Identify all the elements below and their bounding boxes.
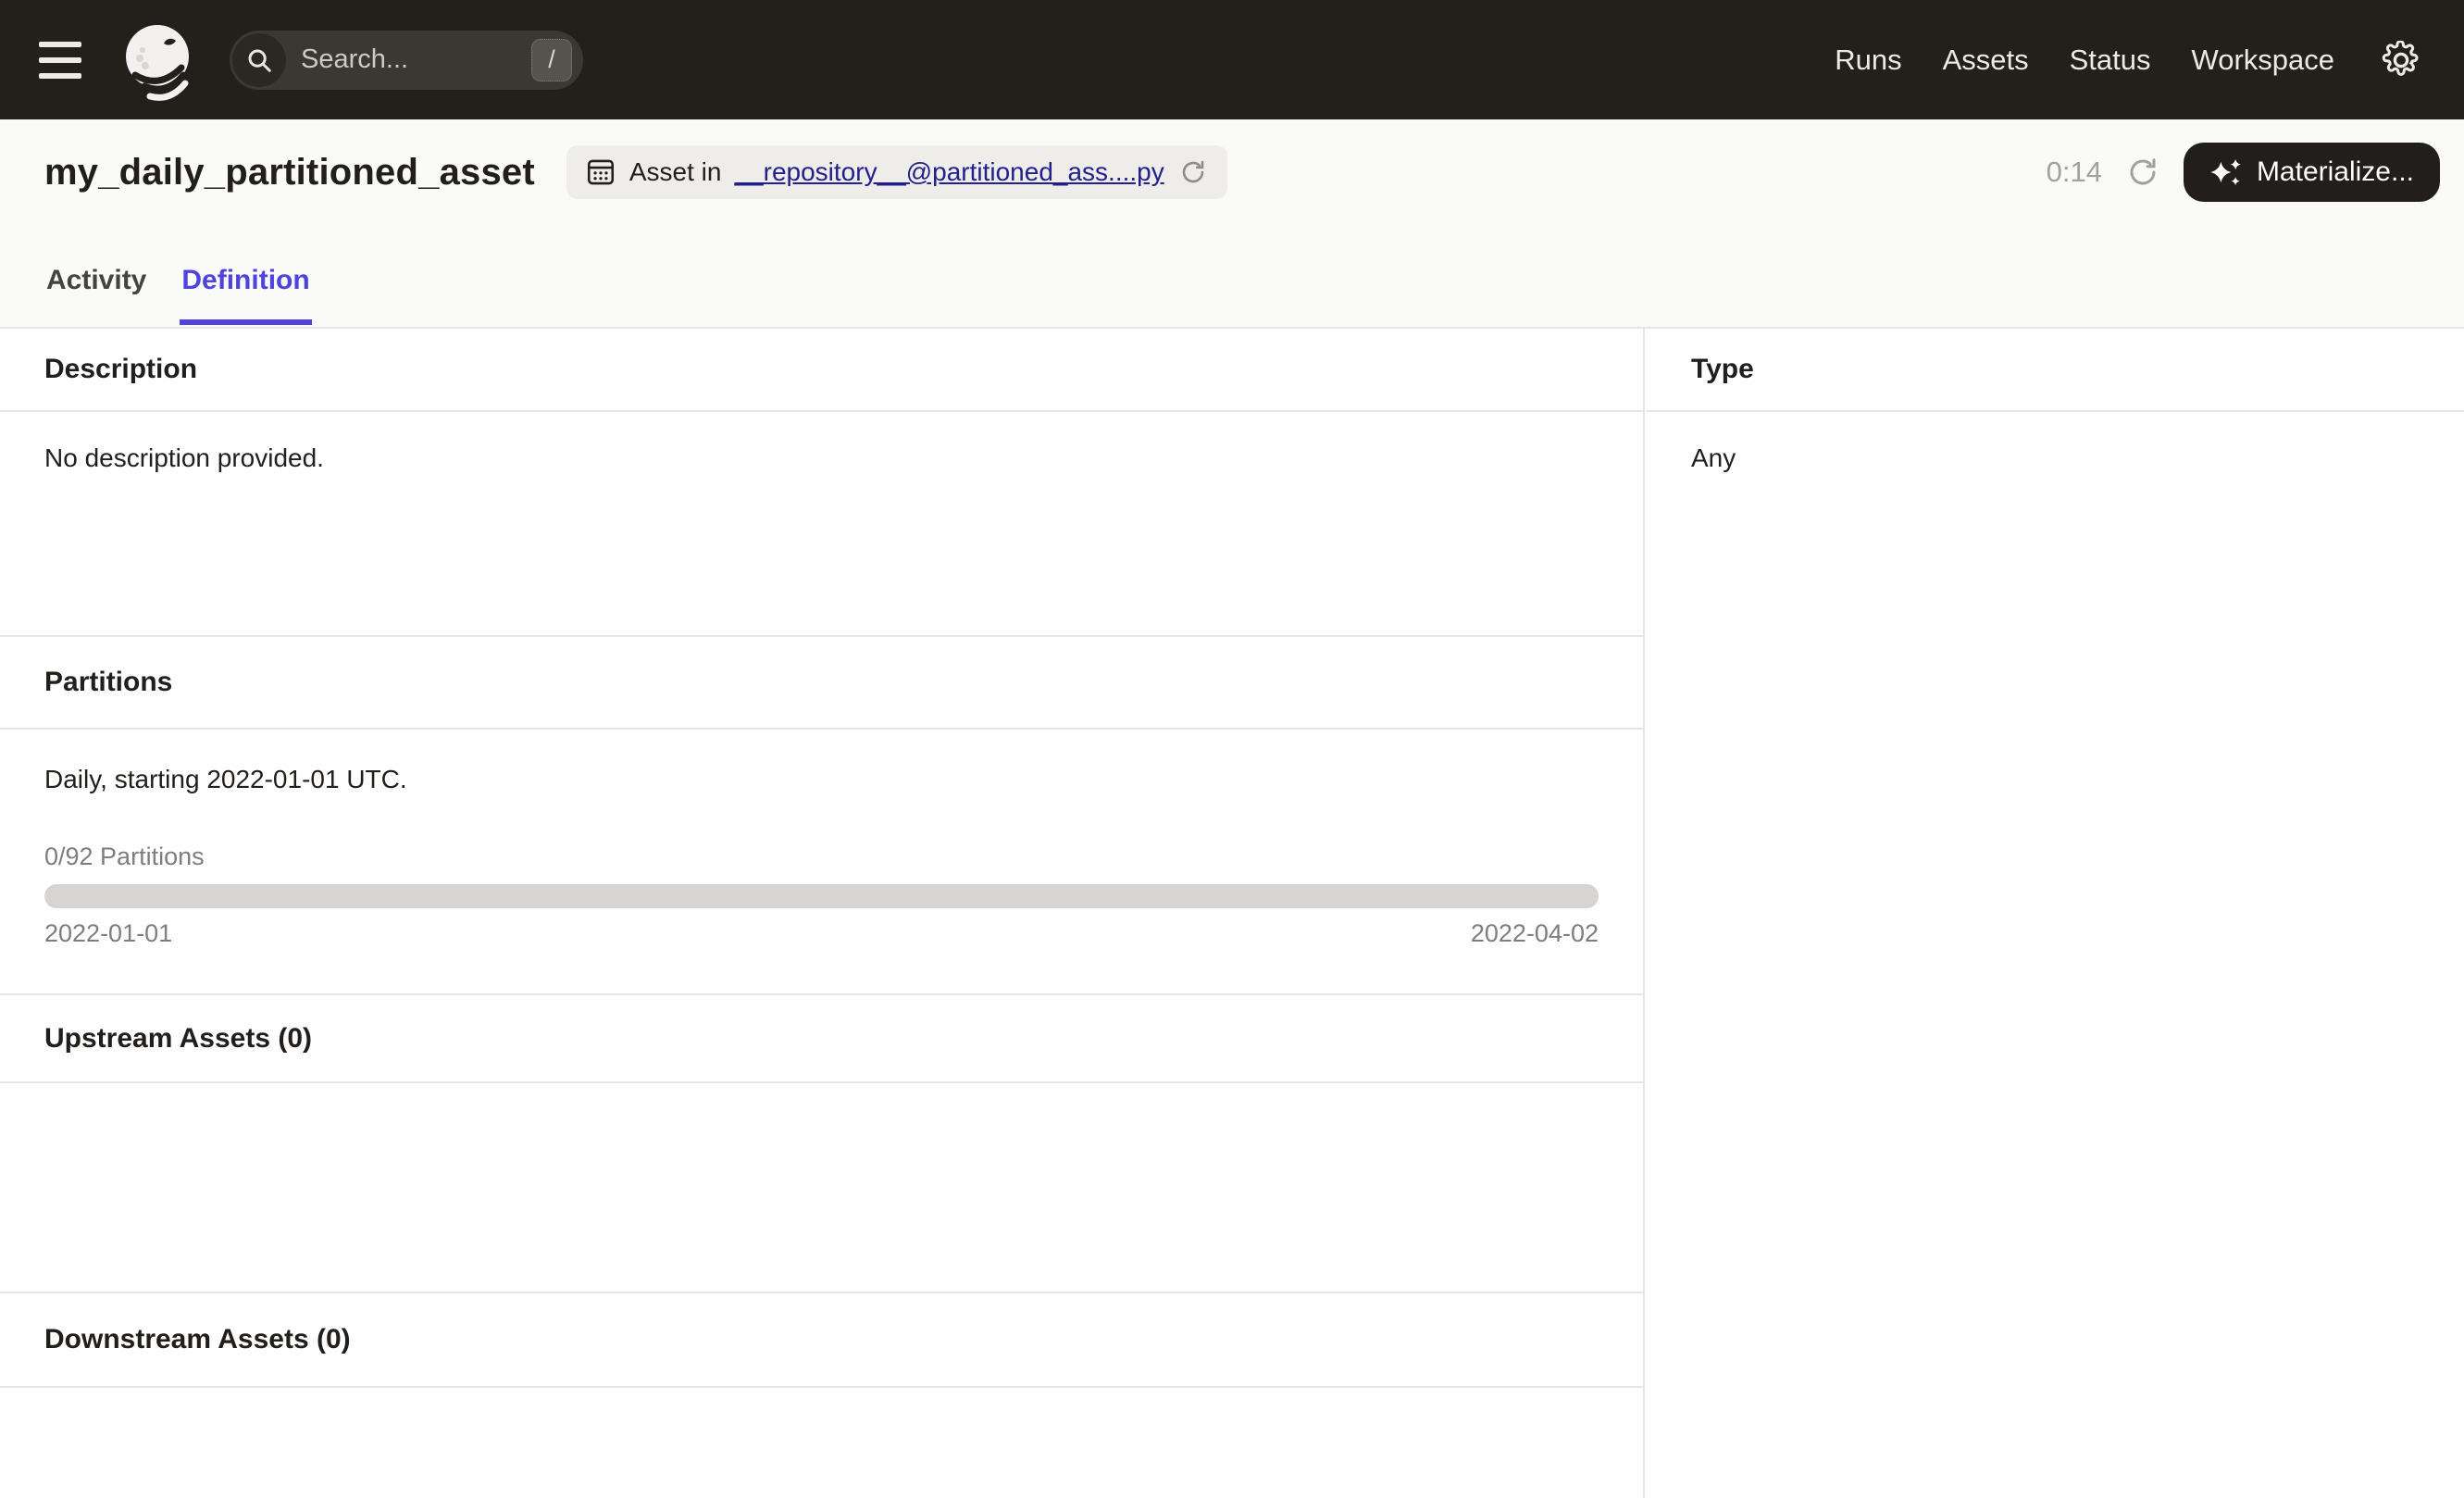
type-value: Any [1691, 443, 1736, 472]
upstream-title: Upstream Assets (0) [44, 1022, 312, 1054]
description-text: No description provided. [44, 443, 324, 472]
search-icon [232, 32, 286, 87]
type-section-body: Any [1647, 412, 2464, 505]
slash-shortcut-badge: / [531, 38, 572, 81]
repository-icon [587, 159, 614, 185]
upstream-section-body [0, 1083, 1643, 1293]
settings-button[interactable] [2375, 34, 2427, 86]
type-section-header: Type [1647, 329, 2464, 412]
upstream-section-header: Upstream Assets (0) [0, 995, 1643, 1083]
partitions-summary: Daily, starting 2022-01-01 UTC. [44, 765, 407, 793]
asset-page-header: my_daily_partitioned_asset Asset in __re… [0, 119, 2464, 329]
description-section-header: Description [0, 329, 1643, 412]
partition-range-start: 2022-01-01 [44, 919, 173, 947]
refresh-button[interactable] [2122, 152, 2163, 193]
partitions-section-header: Partitions [0, 637, 1643, 730]
description-section-body: No description provided. [0, 412, 1643, 637]
dagster-logo[interactable] [111, 12, 207, 108]
partitions-progress-label: 0/92 Partitions [44, 843, 205, 870]
downstream-title: Downstream Assets (0) [44, 1324, 351, 1354]
page-title: my_daily_partitioned_asset [44, 151, 535, 193]
sparkle-icon [2210, 158, 2241, 186]
asset-location-link[interactable]: __repository__@partitioned_ass....py [734, 157, 1164, 187]
header-actions: 0:14 Materialize... [2047, 140, 2440, 205]
right-column: Type Any [1647, 329, 2464, 1498]
dagster-octopus-icon [126, 24, 189, 101]
tab-definition[interactable]: Definition [180, 234, 313, 327]
partitions-title: Partitions [44, 667, 173, 697]
reload-repository-button[interactable] [1177, 156, 1209, 188]
nav-item-assets[interactable]: Assets [1943, 44, 2029, 77]
partition-range-end: 2022-04-02 [1470, 919, 1599, 947]
description-title: Description [44, 354, 198, 384]
nav-item-workspace[interactable]: Workspace [2192, 44, 2335, 77]
gear-icon [2382, 40, 2419, 76]
tab-bar: Activity Definition [44, 234, 313, 327]
left-column: Description No description provided. Par… [0, 329, 1645, 1498]
asset-location-pill: Asset in __repository__@partitioned_ass.… [566, 145, 1227, 199]
refresh-icon [2130, 158, 2156, 185]
type-title: Type [1691, 354, 1754, 384]
partition-range-row: 2022-01-01 2022-04-02 [44, 919, 1599, 948]
reload-icon [1182, 160, 1204, 183]
top-navigation: Runs Assets Status Workspace [1835, 34, 2464, 86]
topbar: / Runs Assets Status Workspace [0, 0, 2464, 119]
partitions-section-body: Daily, starting 2022-01-01 UTC. 0/92 Par… [0, 730, 1643, 995]
global-search[interactable]: / [230, 30, 583, 90]
tab-activity[interactable]: Activity [44, 234, 148, 327]
partitions-progress-bar [44, 884, 1599, 908]
materialize-label: Materialize... [2256, 156, 2414, 187]
downstream-section-header: Downstream Assets (0) [0, 1293, 1643, 1388]
asset-pill-prefix: Asset in [628, 157, 722, 186]
downstream-section-body [0, 1388, 1643, 1498]
title-row: my_daily_partitioned_asset Asset in __re… [44, 140, 1227, 205]
nav-item-status[interactable]: Status [2070, 44, 2151, 77]
search-input[interactable] [301, 44, 531, 75]
auto-refresh-timer: 0:14 [2046, 156, 2102, 188]
materialize-button[interactable]: Materialize... [2183, 143, 2440, 202]
nav-item-runs[interactable]: Runs [1835, 44, 1901, 77]
hamburger-menu-button[interactable] [39, 32, 94, 88]
definition-content: Description No description provided. Par… [0, 329, 2464, 1498]
